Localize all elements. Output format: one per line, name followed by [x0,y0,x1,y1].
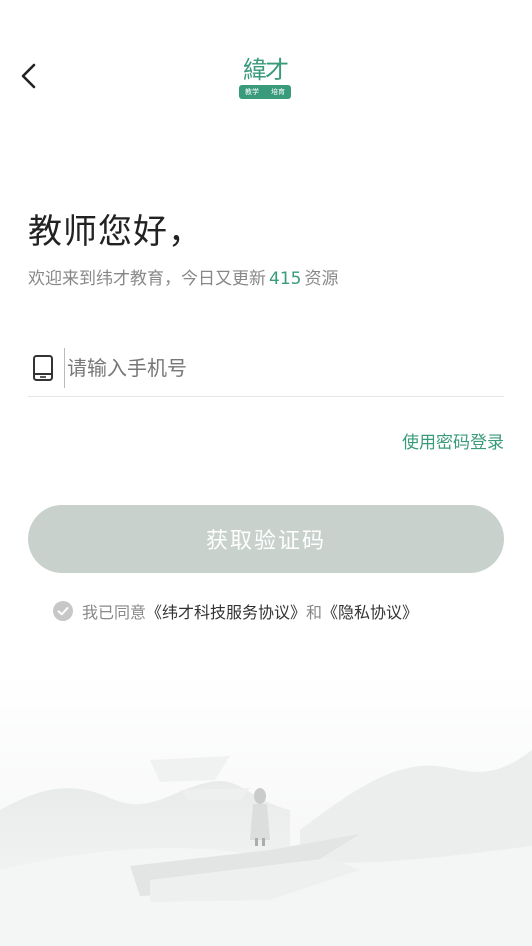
chevron-left-icon [21,63,36,89]
password-login-link[interactable]: 使用密码登录 [402,428,504,453]
phone-icon [33,355,53,381]
phone-input[interactable] [64,348,487,388]
welcome-suffix: 资源 [304,269,339,289]
brand-logo: 緯才 教学 培育 [238,50,292,102]
privacy-agreement-link[interactable]: 《隐私协议》 [322,599,418,623]
logo-tag: 教学 培育 [239,85,291,99]
page-title: 教师您好， [28,212,203,252]
logo-tag-left: 教学 [245,88,259,96]
back-button[interactable] [10,56,46,96]
agree-checkbox[interactable] [52,600,74,622]
agreement-prefix: 我已同意 [82,603,147,622]
get-code-button[interactable]: 获取验证码 [28,505,504,573]
resource-count: 415 [269,269,302,289]
welcome-prefix: 欢迎来到纬才教育，今日又更新 [28,269,266,289]
landscape-illustration [0,670,532,946]
logo-tag-right: 培育 [271,88,285,96]
agreement-connector: 和 [306,603,323,622]
logo-mark: 緯才 [243,55,289,84]
welcome-text: 欢迎来到纬才教育，今日又更新 415 资源 [28,264,338,289]
agreement-row: 我已同意 《纬才科技服务协议》和《隐私协议》 [52,598,418,624]
phone-field [28,340,504,397]
service-agreement-link[interactable]: 《纬才科技服务协议》 [146,599,306,623]
